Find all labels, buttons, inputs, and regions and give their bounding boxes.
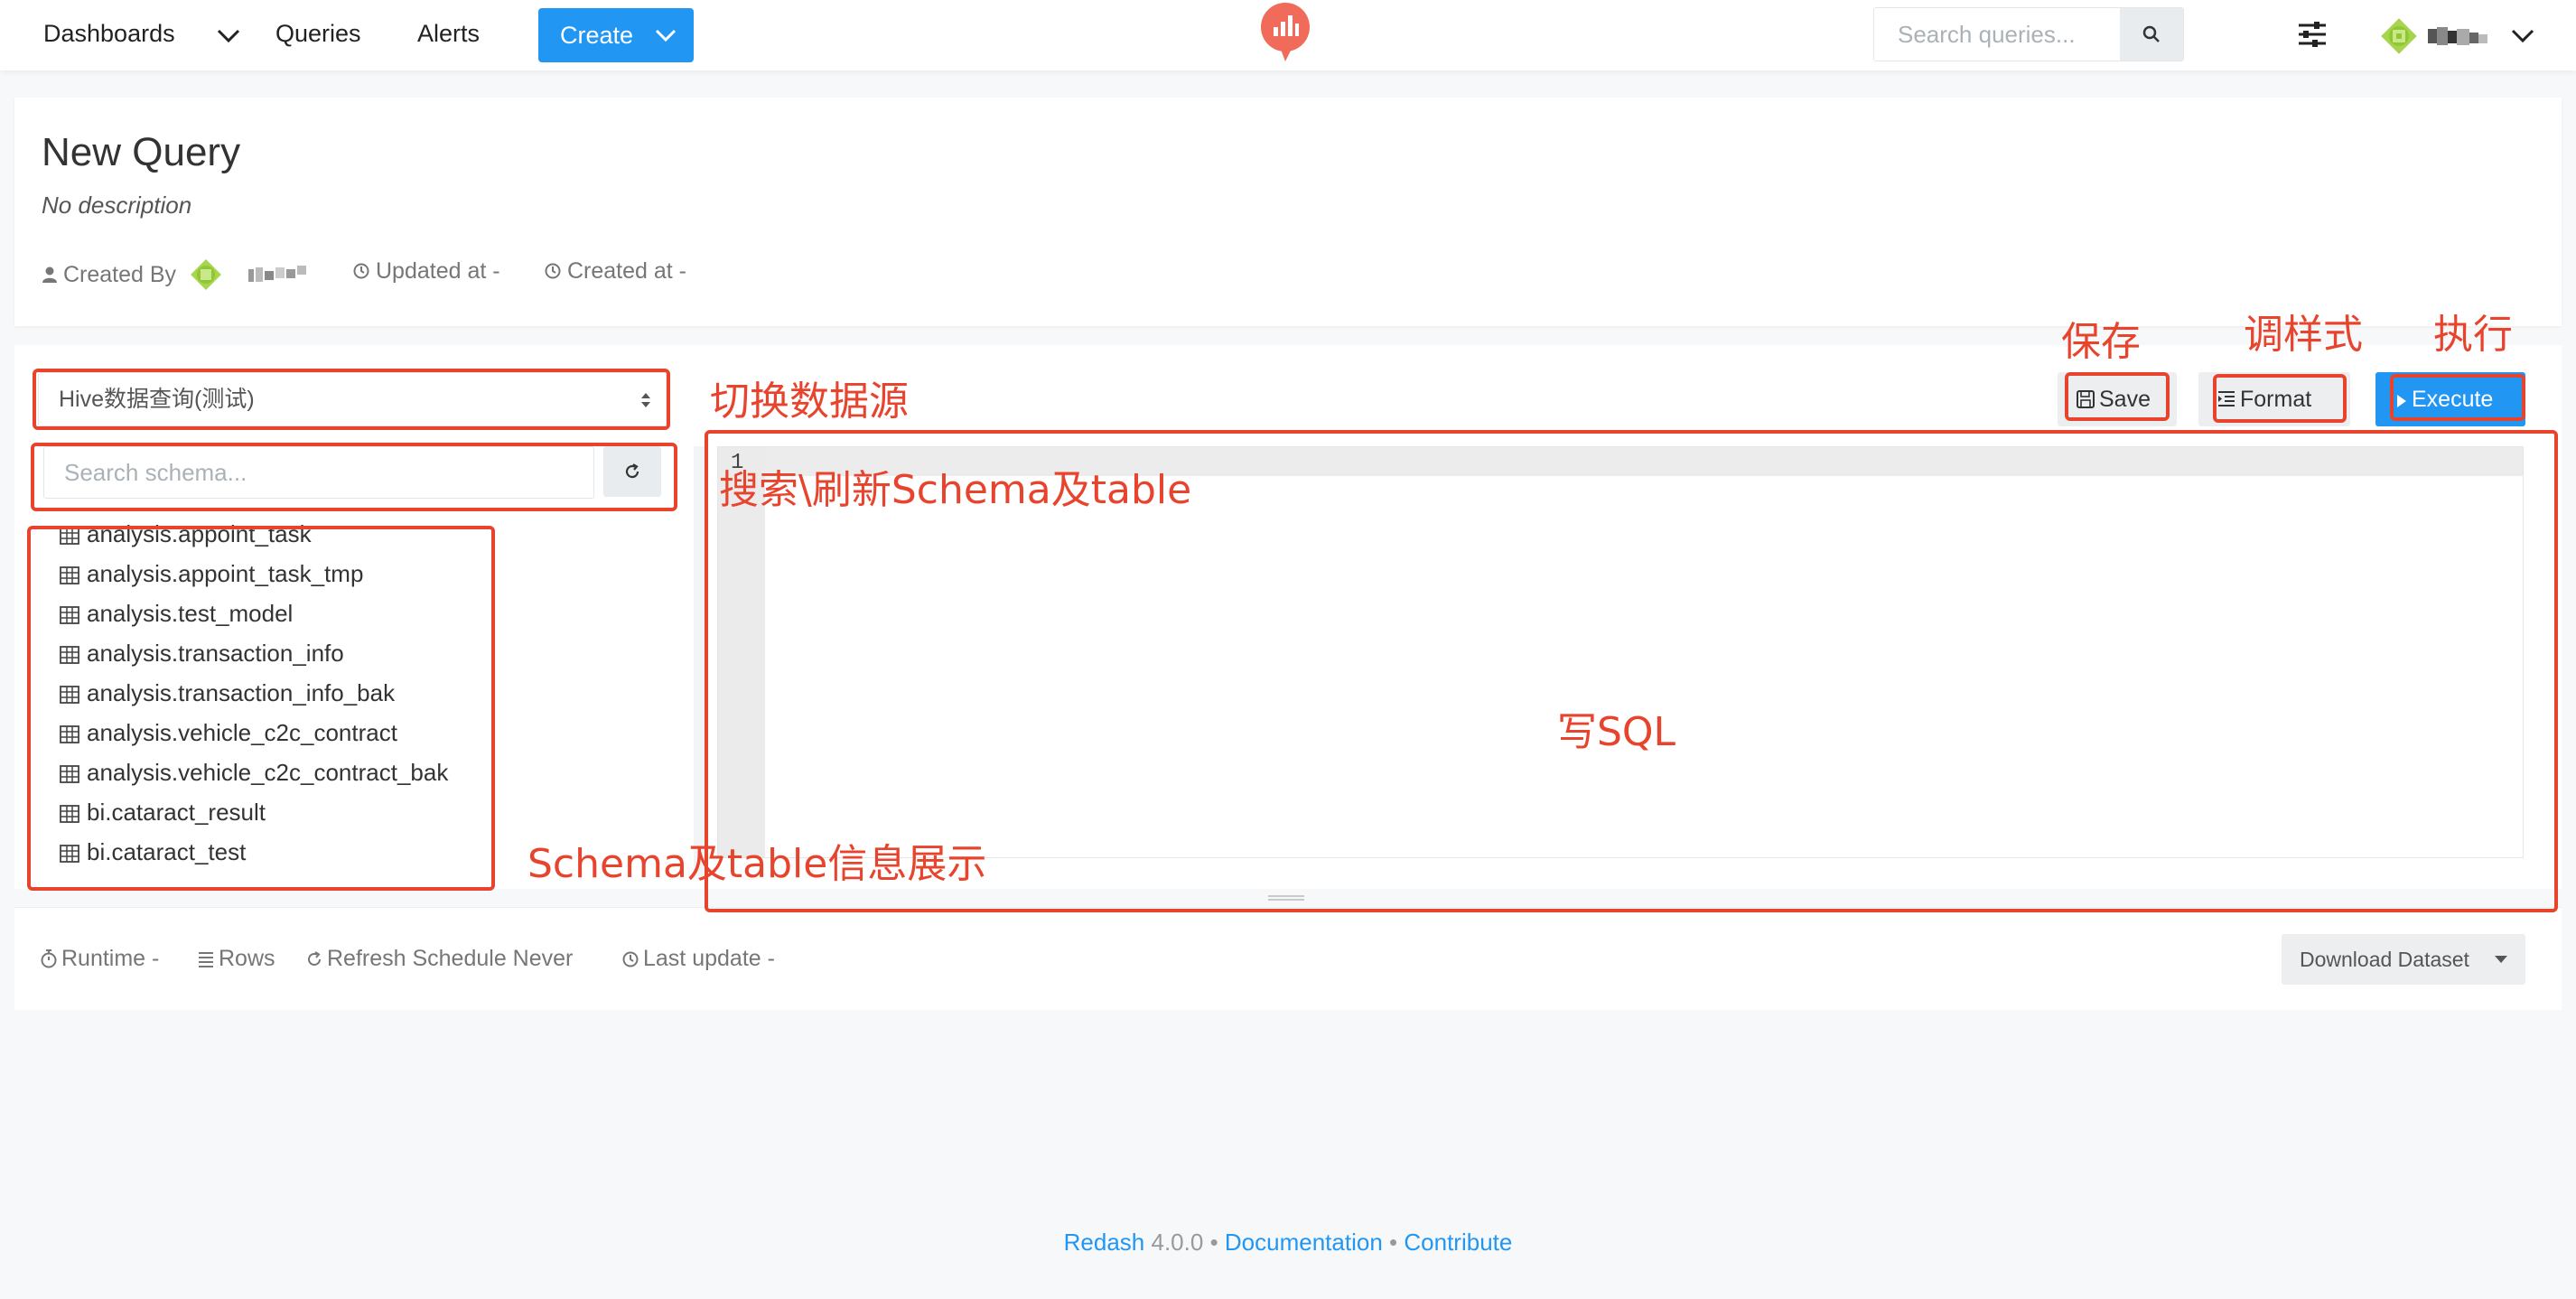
- annotation-box-format: [2213, 374, 2347, 423]
- runtime: Runtime -: [40, 946, 159, 972]
- clock-icon: [545, 263, 561, 279]
- page-title[interactable]: New Query: [42, 130, 240, 175]
- annotation-search-refresh: 搜索\刷新Schema及table: [719, 467, 1192, 513]
- footer: Redash 4.0.0 • Documentation • Contribut…: [0, 1229, 2576, 1257]
- rows: Rows: [197, 946, 275, 972]
- chevron-down-icon[interactable]: [213, 20, 244, 51]
- annotation-box-schema-search: [31, 443, 677, 511]
- footer-separator: •: [1389, 1229, 1398, 1256]
- updated-at: Updated at -: [352, 258, 500, 285]
- created-by-label: Created By: [63, 262, 177, 287]
- annotation-box-schema-list: [27, 526, 495, 891]
- search-icon: [2142, 25, 2160, 42]
- query-header: New Query No description Created By Upda…: [14, 98, 2562, 326]
- chevron-down-icon: [655, 29, 677, 42]
- last-update: Last update -: [621, 946, 775, 972]
- query-description[interactable]: No description: [42, 192, 191, 220]
- rows-text: Rows: [219, 946, 275, 971]
- updated-at-text: Updated at -: [376, 258, 500, 284]
- query-results-bar: Runtime - Rows Refresh Schedule Never La…: [14, 907, 2562, 1010]
- create-button[interactable]: Create: [538, 8, 694, 62]
- nav-alerts[interactable]: Alerts: [417, 20, 480, 48]
- annotation-switch-source: 切换数据源: [710, 378, 909, 425]
- settings-sliders-icon[interactable]: [2296, 18, 2329, 51]
- list-icon: [199, 952, 213, 967]
- nav-dashboards[interactable]: Dashboards: [43, 20, 175, 48]
- nav-queries[interactable]: Queries: [275, 20, 361, 48]
- contribute-link[interactable]: Contribute: [1404, 1229, 1512, 1256]
- avatar[interactable]: [2381, 18, 2417, 54]
- search-input[interactable]: [1874, 8, 2120, 61]
- redash-link[interactable]: Redash: [1064, 1229, 1145, 1256]
- documentation-link[interactable]: Documentation: [1225, 1229, 1383, 1256]
- user-name-redacted: [247, 266, 306, 282]
- annotation-format: 调样式: [2244, 312, 2363, 358]
- refresh-schedule-text: Refresh Schedule Never: [327, 946, 574, 971]
- user-icon: [42, 266, 57, 283]
- annotation-box-execute: [2390, 374, 2525, 421]
- footer-separator: •: [1209, 1229, 1218, 1256]
- annotation-box-data-source: [33, 369, 670, 430]
- refresh-schedule[interactable]: Refresh Schedule Never: [305, 946, 573, 972]
- refresh-icon: [308, 951, 321, 966]
- redash-logo[interactable]: [1258, 2, 1312, 63]
- stopwatch-icon: [41, 949, 57, 968]
- created-at: Created at -: [544, 258, 686, 285]
- version: 4.0.0: [1151, 1229, 1204, 1256]
- caret-down-icon: [2495, 956, 2507, 963]
- runtime-text: Runtime -: [61, 946, 160, 971]
- annotation-write-sql: 写SQL: [1557, 709, 1676, 755]
- history-icon: [353, 263, 369, 279]
- created-by: Created By: [42, 258, 322, 291]
- chevron-down-icon[interactable]: [2507, 20, 2538, 51]
- download-dataset-label: Download Dataset: [2300, 948, 2469, 971]
- created-at-text: Created at -: [567, 258, 687, 284]
- query-search: [1873, 7, 2184, 61]
- annotation-schema-info: Schema及table信息展示: [527, 841, 987, 887]
- annotation-execute: 执行: [2433, 312, 2513, 358]
- user-name-redacted[interactable]: [2428, 25, 2497, 47]
- avatar: [191, 259, 221, 290]
- annotation-save: 保存: [2061, 319, 2141, 365]
- create-button-label: Create: [560, 22, 634, 49]
- download-dataset-button[interactable]: Download Dataset: [2282, 934, 2525, 985]
- search-button[interactable]: [2120, 8, 2183, 61]
- top-navbar: Dashboards Queries Alerts Create: [0, 0, 2576, 70]
- annotation-box-save: [2065, 372, 2170, 421]
- last-update-text: Last update -: [643, 946, 775, 971]
- history-icon: [622, 951, 639, 967]
